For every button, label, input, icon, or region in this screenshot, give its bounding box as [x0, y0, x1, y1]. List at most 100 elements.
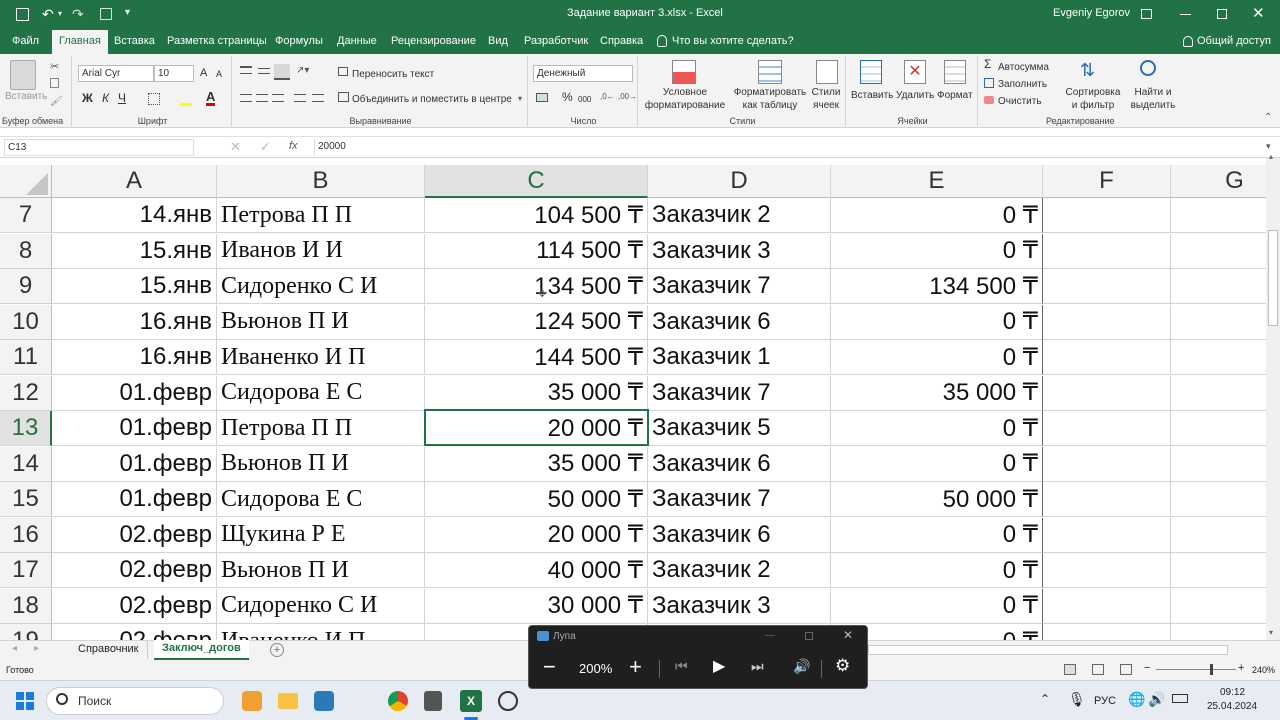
paste-icon[interactable] — [10, 60, 36, 90]
conditional-format-button[interactable]: Условное форматирование — [640, 86, 730, 112]
row-header-19[interactable]: 19 — [0, 624, 52, 640]
magnifier-read-icon[interactable]: 🔊 — [793, 658, 810, 675]
language-indicator[interactable]: РУС — [1094, 695, 1116, 707]
cell-d10[interactable]: Заказчик 6 — [648, 304, 831, 340]
font-size-select[interactable]: 10 — [154, 65, 194, 82]
font-name-select[interactable]: Arial Cyr — [78, 65, 154, 82]
cell-g13[interactable] — [1171, 411, 1266, 446]
format-painter-icon[interactable]: 🖌 — [50, 96, 63, 107]
row-header-18[interactable]: 18 — [0, 588, 52, 624]
font-color-button[interactable]: А — [206, 90, 216, 106]
align-right-icon[interactable] — [272, 94, 284, 102]
cell-f17[interactable] — [1043, 553, 1171, 588]
tab-insert[interactable]: Вставка — [114, 35, 155, 47]
cell-a17[interactable]: 02.февр — [52, 553, 217, 588]
cell-f9[interactable] — [1043, 269, 1171, 304]
currency-icon[interactable] — [536, 93, 548, 102]
column-header-d[interactable]: D — [648, 165, 831, 198]
cell-f11[interactable] — [1043, 340, 1171, 375]
cell-a8[interactable]: 15.янв — [52, 233, 217, 269]
cell-d13[interactable]: Заказчик 5 — [648, 411, 831, 446]
clear-icon[interactable] — [984, 96, 994, 104]
cell-d11[interactable]: Заказчик 1 — [648, 340, 831, 375]
file-explorer-icon[interactable] — [278, 693, 298, 709]
magnifier-maximize-icon[interactable] — [805, 632, 813, 640]
cell-d8[interactable]: Заказчик 3 — [648, 233, 831, 269]
copy-icon[interactable] — [50, 78, 59, 88]
column-header-a[interactable]: A — [52, 165, 217, 198]
scroll-up-icon[interactable]: ▴ — [1269, 152, 1273, 161]
cell-g9[interactable] — [1171, 269, 1266, 304]
wrap-text-icon[interactable] — [338, 67, 348, 76]
app-icon[interactable] — [314, 691, 334, 711]
cell-a7[interactable]: 14.янв — [52, 198, 217, 233]
collapse-ribbon-icon[interactable]: ⌃ — [1264, 112, 1272, 123]
column-header-b[interactable]: B — [217, 165, 425, 198]
cell-a10[interactable]: 16.янв — [52, 304, 217, 340]
format-table-icon[interactable] — [758, 60, 782, 84]
cell-d18[interactable]: Заказчик 3 — [648, 588, 831, 624]
row-header-17[interactable]: 17 — [0, 553, 52, 588]
merge-dropdown-icon[interactable]: ▾ — [518, 94, 522, 103]
cell-e7[interactable]: 0 ₸ — [831, 198, 1043, 233]
find-select-button[interactable]: Найти и выделить — [1130, 86, 1176, 112]
cell-a13[interactable]: 01.февр — [52, 411, 217, 446]
wrap-text-button[interactable]: Переносить текст — [352, 68, 434, 81]
undo-icon[interactable]: ↶ — [42, 6, 54, 23]
cell-d12[interactable]: Заказчик 7 — [648, 375, 831, 411]
cell-g12[interactable] — [1171, 376, 1266, 411]
decimal-decrease-icon[interactable]: ,00→ — [618, 92, 637, 101]
align-left-icon[interactable] — [240, 94, 252, 102]
cell-g18[interactable] — [1171, 589, 1266, 624]
user-name[interactable]: Evgeniy Egorov — [1053, 7, 1130, 19]
cell-g17[interactable] — [1171, 553, 1266, 588]
normal-view-icon[interactable] — [1064, 664, 1076, 675]
cell-e13[interactable]: 0 ₸ — [831, 411, 1043, 446]
volume-icon[interactable]: 🔊 — [1148, 691, 1165, 708]
tab-developer[interactable]: Разработчик — [524, 35, 588, 47]
cell-c12[interactable]: 35 000 ₸ — [425, 375, 648, 411]
sort-filter-icon[interactable]: ⇅ — [1080, 60, 1095, 81]
cancel-formula-icon[interactable]: ✕ — [230, 139, 241, 155]
share-button[interactable]: Общий доступ — [1197, 35, 1271, 47]
cell-e12[interactable]: 35 000 ₸ — [831, 375, 1043, 411]
format-cells-button[interactable]: Формат — [937, 89, 973, 102]
autosum-icon[interactable]: Σ — [984, 58, 991, 71]
cell-g19[interactable] — [1171, 624, 1266, 640]
cell-g14[interactable] — [1171, 447, 1266, 482]
restore-icon[interactable] — [1217, 9, 1227, 19]
tab-data[interactable]: Данные — [337, 35, 377, 47]
cell-b19[interactable]: Иваненко И П — [217, 624, 425, 640]
cell-a16[interactable]: 02.февр — [52, 517, 217, 553]
row-header-10[interactable]: 10 — [0, 304, 52, 340]
tab-page-layout[interactable]: Разметка страницы — [167, 35, 267, 47]
paste-button[interactable]: Вставить — [5, 90, 47, 103]
bold-button[interactable]: Ж — [82, 92, 93, 105]
cell-b18[interactable]: Сидоренко С И — [217, 588, 425, 624]
prev-sheet-icon[interactable]: ◂ — [12, 643, 17, 654]
find-select-icon[interactable] — [1140, 60, 1156, 76]
battery-icon[interactable] — [1172, 694, 1188, 703]
next-sheet-icon[interactable]: ▸ — [34, 643, 39, 654]
tray-overflow-icon[interactable]: ⌃ — [1040, 692, 1050, 706]
obs-icon[interactable] — [498, 691, 518, 711]
align-center-icon[interactable] — [256, 94, 268, 102]
row-header-16[interactable]: 16 — [0, 517, 52, 553]
windows-start-icon[interactable] — [16, 692, 34, 710]
shrink-font-button[interactable]: A — [216, 68, 222, 81]
chrome-icon[interactable] — [388, 691, 408, 711]
enter-formula-icon[interactable]: ✓ — [260, 139, 271, 155]
cell-c7[interactable]: 104 500 ₸ — [425, 198, 648, 233]
cell-e16[interactable]: 0 ₸ — [831, 517, 1043, 553]
row-header-7[interactable]: 7 — [0, 198, 52, 233]
cell-f16[interactable] — [1043, 517, 1171, 553]
magnifier-play-icon[interactable]: ▶ — [713, 656, 725, 676]
cell-f18[interactable] — [1043, 588, 1171, 624]
cell-a18[interactable]: 02.февр — [52, 588, 217, 624]
tab-home[interactable]: Главная — [52, 30, 108, 54]
select-all-corner[interactable] — [0, 165, 52, 198]
excel-taskbar-icon[interactable]: X — [460, 690, 482, 712]
cell-d9[interactable]: Заказчик 7 — [648, 269, 831, 304]
column-header-f[interactable]: F — [1043, 165, 1171, 198]
zoom-level[interactable]: 240% — [1252, 665, 1275, 675]
